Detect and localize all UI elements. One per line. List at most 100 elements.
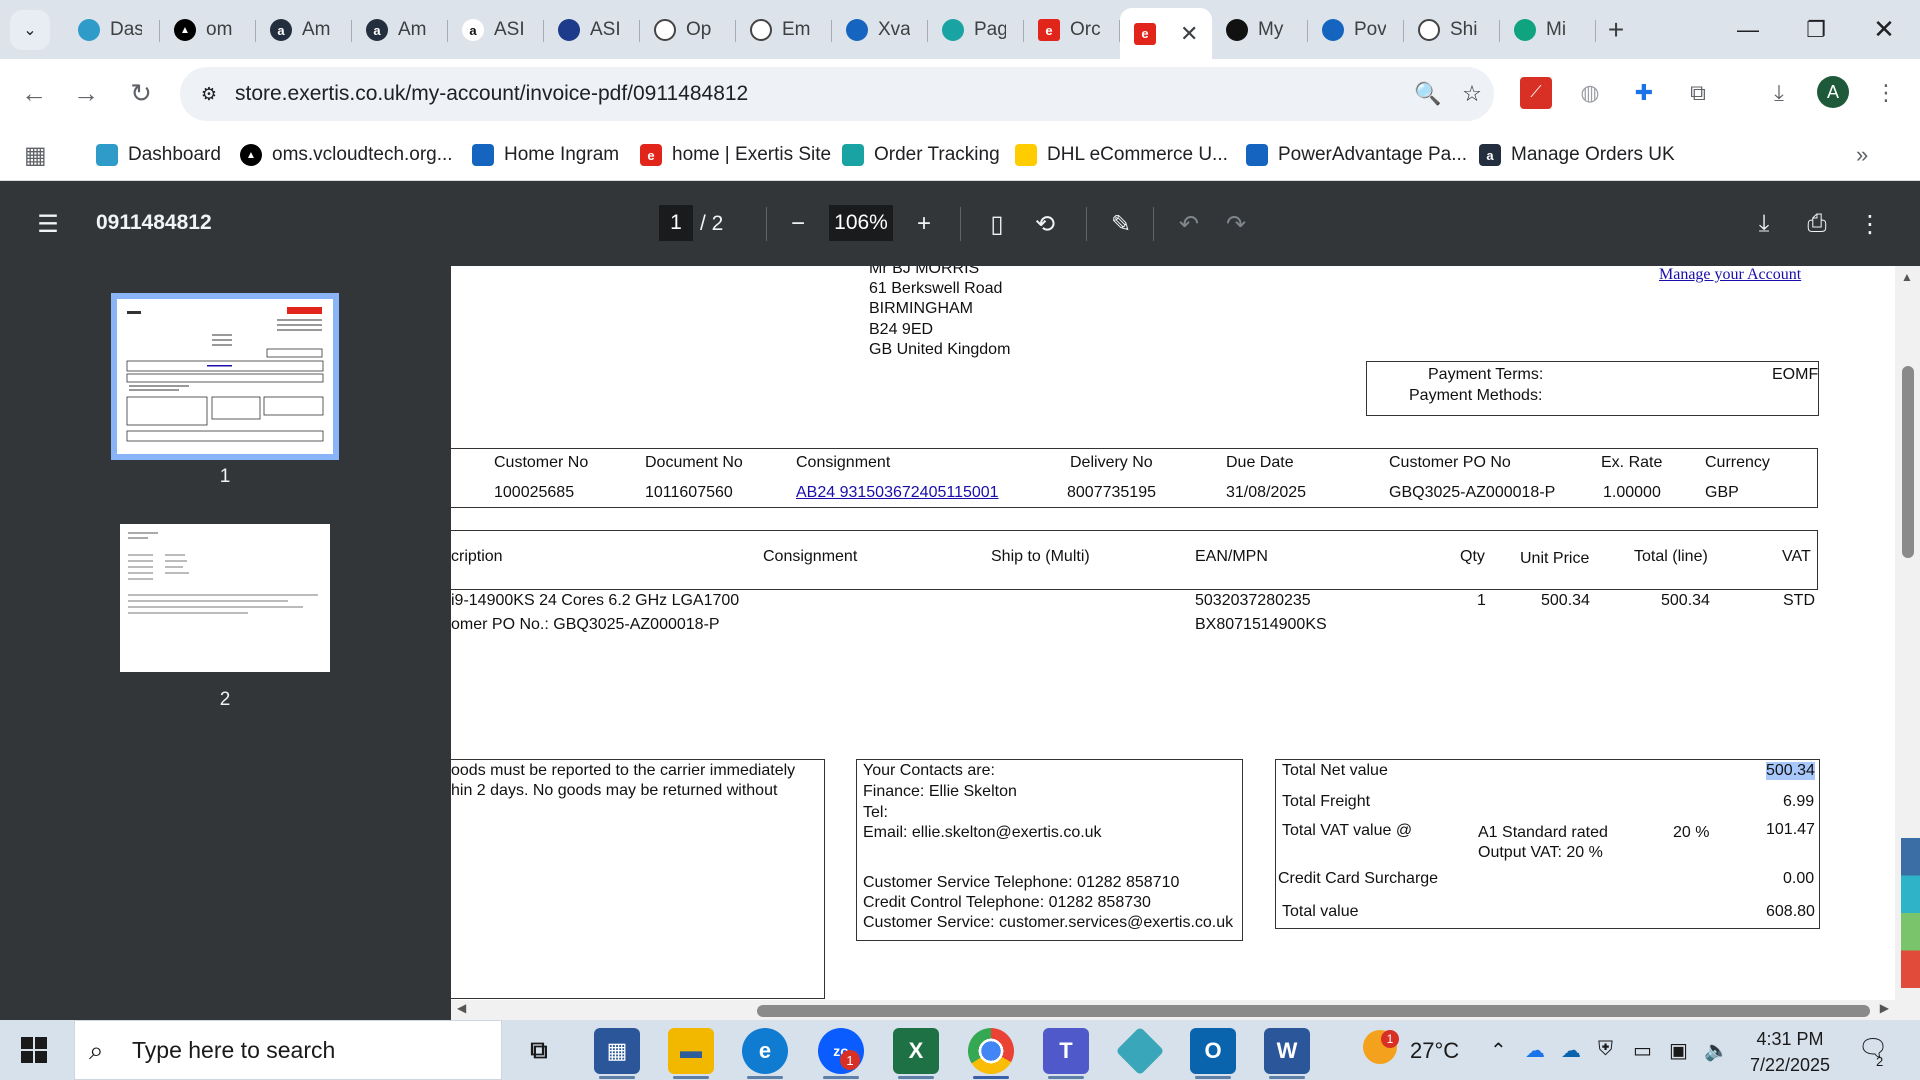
- calculator-icon[interactable]: ▦: [594, 1028, 640, 1074]
- forward-button[interactable]: →: [66, 73, 106, 113]
- bookmark-item[interactable]: e home | Exertis Site: [640, 140, 831, 170]
- reload-button[interactable]: ↻: [121, 73, 161, 113]
- taskbar-search-input[interactable]: ⌕ Type here to search: [74, 1020, 502, 1080]
- browser-tab[interactable]: a Am: [352, 8, 448, 52]
- volume-icon[interactable]: 🔈: [1704, 1038, 1729, 1063]
- weather-temp[interactable]: 27°C: [1410, 1038, 1459, 1064]
- browser-tab[interactable]: Mi: [1500, 8, 1596, 52]
- bookmark-item[interactable]: Dashboard: [96, 140, 221, 170]
- line-description: i9-14900KS 24 Cores 6.2 GHz LGA1700: [451, 592, 740, 609]
- browser-tab[interactable]: ▲ om: [160, 8, 256, 52]
- more-bookmarks-icon[interactable]: »: [1856, 140, 1868, 170]
- bookmark-item[interactable]: Home Ingram: [472, 140, 619, 170]
- download-pdf-icon[interactable]: ⤓: [1747, 207, 1781, 241]
- zoom-out-button[interactable]: −: [781, 207, 815, 241]
- browser-tab[interactable]: Pag: [928, 8, 1024, 52]
- outlook-icon[interactable]: O: [1190, 1028, 1236, 1074]
- excel-icon[interactable]: X: [893, 1028, 939, 1074]
- vertical-scroll-thumb[interactable]: [1902, 366, 1914, 558]
- zoom-level-input[interactable]: 106%: [829, 205, 893, 241]
- url-text[interactable]: store.exertis.co.uk/my-account/invoice-p…: [235, 82, 748, 106]
- apps-grid-icon[interactable]: ▦: [24, 140, 47, 170]
- browser-tab[interactable]: Em: [736, 8, 832, 52]
- tab-search-button[interactable]: ⌄: [10, 10, 50, 50]
- word-icon[interactable]: W: [1264, 1028, 1310, 1074]
- profile-avatar[interactable]: A: [1817, 76, 1849, 108]
- zoom-app-icon[interactable]: zo: [818, 1028, 864, 1074]
- bookmark-item[interactable]: ▲ oms.vcloudtech.org...: [240, 140, 453, 170]
- bookmark-item[interactable]: DHL eCommerce U...: [1015, 140, 1228, 170]
- minimize-button[interactable]: —: [1714, 0, 1782, 59]
- page-thumbnail-1[interactable]: [111, 293, 339, 460]
- browser-tab[interactable]: e Orc: [1024, 8, 1120, 52]
- chrome-icon[interactable]: [968, 1028, 1014, 1074]
- consignment-link[interactable]: AB24 931503672405115001: [796, 484, 999, 502]
- scroll-up-icon[interactable]: ▲: [1901, 270, 1913, 284]
- download-icon[interactable]: ⤓: [1763, 77, 1795, 109]
- teams-icon[interactable]: T: [1043, 1028, 1089, 1074]
- annotate-icon[interactable]: ✎: [1104, 207, 1138, 241]
- back-button[interactable]: ←: [14, 73, 54, 113]
- manage-account-link[interactable]: Manage your Account: [1659, 266, 1801, 284]
- forms-icon: [1322, 19, 1344, 41]
- battery-icon[interactable]: ▭: [1633, 1038, 1652, 1063]
- undo-icon[interactable]: ↶: [1172, 207, 1206, 241]
- network-icon[interactable]: ▣: [1669, 1038, 1688, 1063]
- horizontal-scroll-thumb[interactable]: [757, 1005, 1870, 1017]
- bookmark-item[interactable]: PowerAdvantage Pa...: [1246, 140, 1467, 170]
- windows-start-button[interactable]: [14, 1032, 54, 1068]
- print-icon[interactable]: ⎙: [1800, 207, 1834, 241]
- rotate-icon[interactable]: ⟲: [1028, 207, 1062, 241]
- app-diamond-icon[interactable]: [1115, 1026, 1165, 1076]
- redo-icon[interactable]: ↷: [1219, 207, 1253, 241]
- scroll-right-icon[interactable]: ▶: [1880, 1001, 1889, 1015]
- fit-page-icon[interactable]: ▯: [980, 207, 1014, 241]
- globe-extension-icon[interactable]: ◍: [1574, 77, 1606, 109]
- bookmark-item[interactable]: Order Tracking: [842, 140, 1000, 170]
- browser-tab[interactable]: ASI: [544, 8, 640, 52]
- address-bar[interactable]: ⚙ store.exertis.co.uk/my-account/invoice…: [180, 67, 1494, 121]
- file-explorer-icon[interactable]: ▬: [668, 1028, 714, 1074]
- browser-tab[interactable]: Xva: [832, 8, 928, 52]
- menu-icon[interactable]: ☰: [31, 207, 65, 241]
- security-icon[interactable]: ⛨: [1598, 1038, 1613, 1061]
- more-options-icon[interactable]: ⋮: [1853, 207, 1887, 241]
- scroll-markers: [1901, 838, 1920, 988]
- chevron-up-icon[interactable]: ⌃: [1490, 1038, 1507, 1063]
- total-vat-value: 101.47: [1766, 821, 1815, 838]
- browser-tab[interactable]: a Am: [256, 8, 352, 52]
- zoom-in-button[interactable]: +: [907, 207, 941, 241]
- browser-tab[interactable]: Op: [640, 8, 736, 52]
- browser-tab[interactable]: Pov: [1308, 8, 1404, 52]
- payment-terms-value: EOMF: [1772, 366, 1819, 383]
- new-tab-button[interactable]: +: [1596, 8, 1636, 52]
- acrobat-extension-icon[interactable]: ⟋: [1520, 77, 1552, 109]
- edge-icon[interactable]: e: [742, 1028, 788, 1074]
- address-line: B24 9ED: [869, 321, 934, 338]
- system-clock[interactable]: 4:31 PM 7/22/2025: [1740, 1026, 1840, 1078]
- site-info-icon[interactable]: ⚙: [194, 79, 224, 109]
- scroll-left-icon[interactable]: ◀: [457, 1001, 466, 1015]
- extensions-icon[interactable]: ⧉: [1682, 77, 1714, 109]
- bookmark-star-icon[interactable]: ☆: [1457, 79, 1487, 109]
- close-tab-icon[interactable]: ✕: [1180, 21, 1198, 47]
- onedrive-business-icon[interactable]: ☁: [1561, 1038, 1581, 1063]
- task-view-icon[interactable]: ⧉: [516, 1028, 562, 1074]
- browser-tab[interactable]: My: [1212, 8, 1308, 52]
- close-window-button[interactable]: ✕: [1850, 0, 1918, 59]
- zoom-icon[interactable]: 🔍: [1413, 79, 1443, 109]
- onedrive-icon[interactable]: ☁: [1525, 1038, 1545, 1063]
- puzzle-extension-icon[interactable]: ✚: [1628, 77, 1660, 109]
- returns-notice: hin 2 days. No goods may be returned wit…: [451, 782, 778, 799]
- line-mpn: BX8071514900KS: [1195, 616, 1327, 633]
- bookmark-item[interactable]: a Manage Orders UK: [1479, 140, 1675, 170]
- browser-menu-icon[interactable]: ⋮: [1870, 77, 1902, 109]
- browser-tab[interactable]: e ✕: [1120, 8, 1212, 59]
- notification-icon[interactable]: 🗨: [1858, 1034, 1888, 1063]
- page-number-input[interactable]: 1: [659, 205, 693, 241]
- restore-button[interactable]: ❐: [1782, 0, 1850, 59]
- browser-tab[interactable]: a ASI: [448, 8, 544, 52]
- browser-tab[interactable]: Das: [64, 8, 160, 52]
- browser-tab[interactable]: Shi: [1404, 8, 1500, 52]
- page-thumbnail-2[interactable]: [120, 524, 330, 672]
